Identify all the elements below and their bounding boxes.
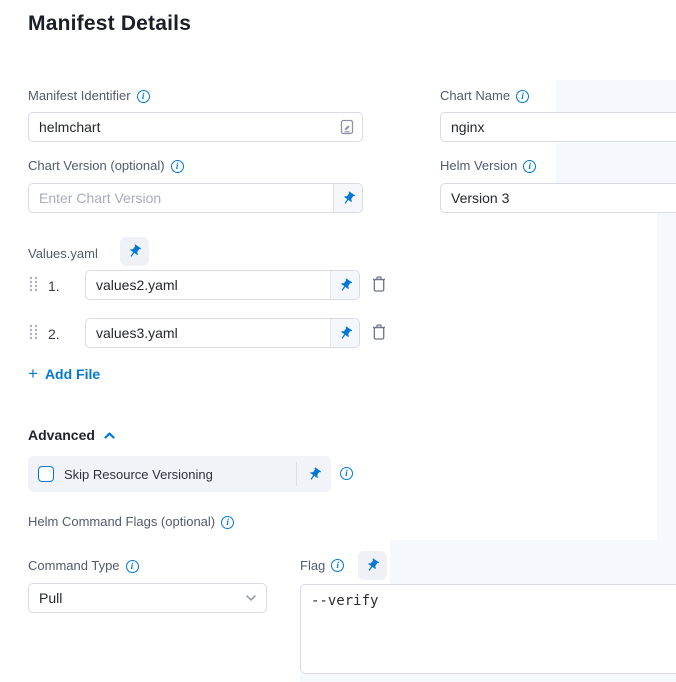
delete-file-button[interactable] [371,275,387,293]
skip-resource-versioning-checkbox[interactable] [38,466,54,482]
plus-icon: + [28,367,38,381]
info-icon[interactable]: i [331,559,344,572]
runtime-input-pin-icon[interactable] [333,184,362,212]
background-tint [556,143,676,184]
chart-version-input[interactable] [29,184,333,212]
command-type-select[interactable]: Pull [28,583,267,613]
chart-name-label: Chart Name i [440,88,529,104]
helm-version-select[interactable]: Version 3 [440,183,676,213]
info-icon[interactable]: i [516,90,529,103]
advanced-section-toggle[interactable]: Advanced [28,427,115,443]
values-file-row [85,318,360,348]
values-row-index: 1. [48,278,60,294]
runtime-input-pin-icon[interactable] [297,456,331,492]
info-icon[interactable]: i [126,560,139,573]
info-icon[interactable]: i [171,160,184,173]
flag-label: Flag i [300,558,344,574]
runtime-input-pin-icon[interactable] [330,319,359,347]
page-title: Manifest Details [28,12,191,36]
info-icon[interactable]: i [221,516,234,529]
helm-version-label: Helm Version i [440,158,536,174]
values-row-index: 2. [48,326,60,342]
delete-file-button[interactable] [371,323,387,341]
trash-icon [371,275,387,293]
skip-resource-versioning-row: Skip Resource Versioning [28,456,331,492]
background-tint [390,540,676,584]
manifest-identifier-input[interactable] [28,112,363,142]
info-icon[interactable]: i [340,467,353,480]
helm-command-flags-label: Helm Command Flags (optional) i [28,514,234,530]
flag-textarea[interactable] [300,584,676,674]
info-icon[interactable]: i [523,160,536,173]
chevron-up-icon [104,432,115,439]
chart-version-label: Chart Version (optional) i [28,158,184,174]
background-tint [300,674,676,682]
background-tint [556,80,676,113]
flag-pin-button[interactable] [358,551,387,580]
values-yaml-label: Values.yaml [28,246,98,262]
chart-name-input[interactable] [440,112,676,142]
edit-id-icon[interactable] [340,119,354,140]
trash-icon [371,323,387,341]
background-tint [657,184,676,540]
values-yaml-pin-button[interactable] [120,237,149,266]
runtime-input-pin-icon[interactable] [330,271,359,299]
values-file-input[interactable] [86,319,330,347]
values-file-row [85,270,360,300]
command-type-label: Command Type i [28,558,139,574]
add-file-button[interactable]: + Add File [28,366,100,382]
manifest-identifier-label: Manifest Identifier i [28,88,150,104]
info-icon[interactable]: i [137,90,150,103]
chevron-down-icon [246,595,256,601]
drag-handle-icon[interactable] [29,324,38,340]
skip-resource-versioning-label: Skip Resource Versioning [64,467,296,482]
values-file-input[interactable] [86,271,330,299]
drag-handle-icon[interactable] [29,276,38,292]
